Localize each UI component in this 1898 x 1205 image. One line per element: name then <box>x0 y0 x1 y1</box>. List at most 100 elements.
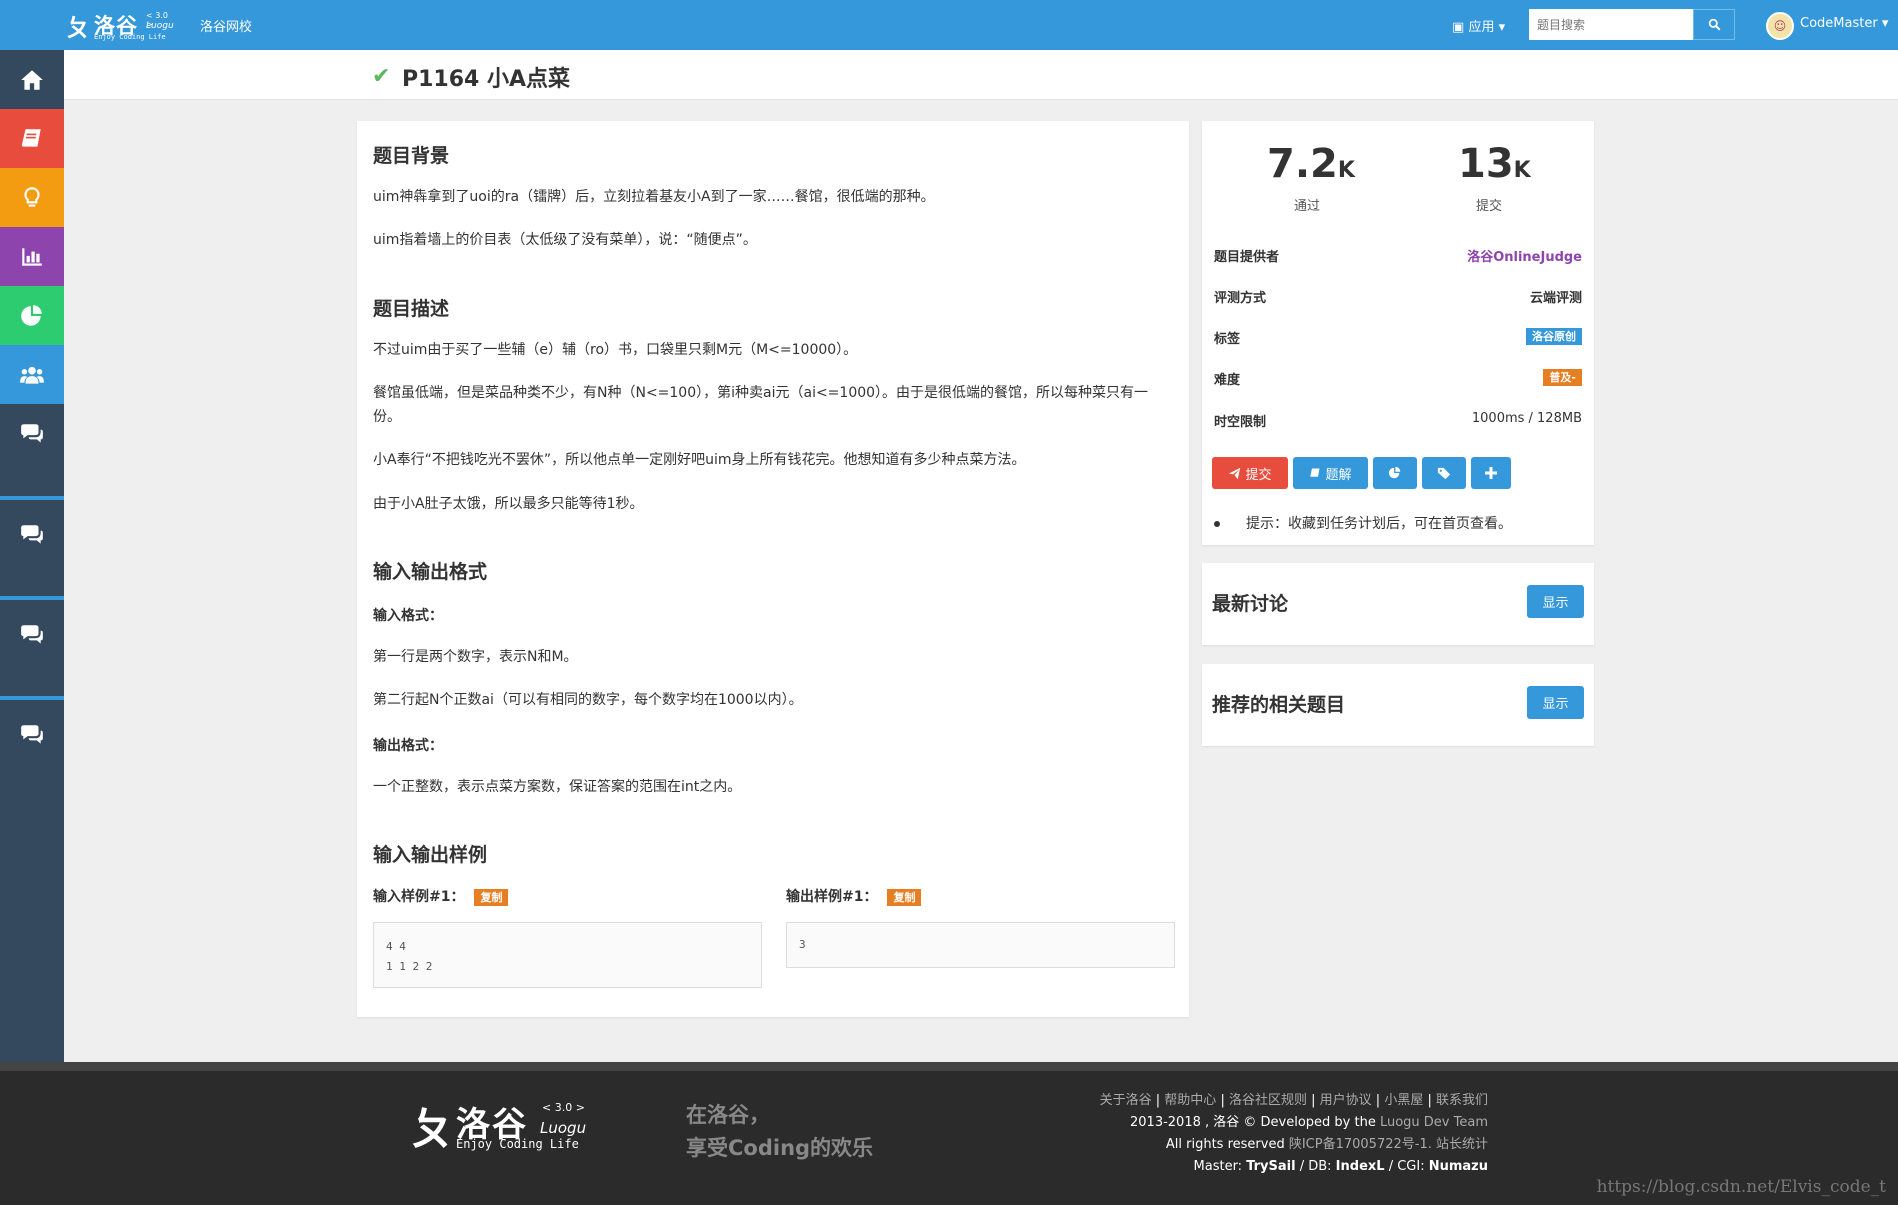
sidebar-item-problems[interactable] <box>0 109 64 168</box>
tags-button[interactable] <box>1422 457 1466 489</box>
db-label: / DB: <box>1295 1159 1336 1174</box>
problem-title-bar: ✔ P1164 小A点菜 <box>64 50 1898 100</box>
plus-icon <box>1485 467 1497 479</box>
output-format-label: 输出格式： <box>373 738 443 754</box>
logo-tagline: Enjoy Coding Life <box>94 33 166 41</box>
solution-button[interactable]: 题解 <box>1293 457 1368 489</box>
related-problems-card: 推荐的相关题目 显示 <box>1202 664 1594 746</box>
avatar[interactable]: ☺ <box>1766 12 1794 40</box>
input-format-line: 第一行是两个数字，表示N和M。 <box>373 649 578 665</box>
sidebar-item-discuss-2[interactable] <box>0 505 64 564</box>
apps-menu[interactable]: ▣ 应用 ▾ <box>1452 16 1505 35</box>
output-format-line: 一个正整数，表示点菜方案数，保证答案的范围在int之内。 <box>373 779 742 795</box>
io-heading: 输入输出格式 <box>373 561 488 583</box>
judge-value: 云端评测 <box>1529 291 1582 306</box>
footer-copyright: 2013-2018 , 洛谷 © Developed by the Luogu … <box>1100 1112 1488 1134</box>
sidebar-item-discuss-1[interactable] <box>0 404 64 463</box>
db-value: IndexL <box>1335 1159 1385 1174</box>
footer-links: 关于洛谷 | 帮助中心 | 洛谷社区规则 | 用户协议 | 小黑屋 | 联系我们… <box>1100 1090 1488 1178</box>
problem-info-card: 7.2K 通过 13K 提交 题目提供者 洛谷OnlineJudge 评测方式 … <box>1202 121 1594 545</box>
info-key: 难度 <box>1214 373 1241 388</box>
footer-link-blackroom[interactable]: 小黑屋 <box>1384 1093 1423 1108</box>
info-row-limits: 时空限制 1000ms / 128MB <box>1214 411 1582 431</box>
top-navbar: ㄆ 洛谷 < 3.0 > Luogu Enjoy Coding Life 洛谷网… <box>0 0 1898 50</box>
footer-link-terms[interactable]: 用户协议 <box>1320 1093 1372 1108</box>
home-icon <box>21 69 43 90</box>
add-to-list-button[interactable] <box>1471 457 1511 489</box>
footer-logo-version: < 3.0 > <box>542 1101 585 1114</box>
info-key: 标签 <box>1214 332 1241 347</box>
cgi-value: Numazu <box>1428 1159 1488 1174</box>
logo-glyph: ㄆ <box>66 14 90 42</box>
footer-link-contact[interactable]: 联系我们 <box>1436 1093 1488 1108</box>
team-link[interactable]: Luogu Dev Team <box>1380 1115 1488 1130</box>
luogu-logo[interactable]: ㄆ 洛谷 < 3.0 > Luogu Enjoy Coding Life <box>66 8 176 42</box>
comments-icon <box>21 423 43 443</box>
book-icon <box>1310 468 1320 477</box>
search-input[interactable] <box>1529 9 1693 40</box>
footer-link-about[interactable]: 关于洛谷 <box>1100 1093 1152 1108</box>
sidebar-item-ranking[interactable] <box>0 227 64 286</box>
users-icon <box>20 366 44 384</box>
slogan-line: 在洛谷， <box>686 1103 770 1127</box>
footer-link-row: 关于洛谷 | 帮助中心 | 洛谷社区规则 | 用户协议 | 小黑屋 | 联系我们 <box>1099 1093 1488 1108</box>
tag-badge[interactable]: 洛谷原创 <box>1526 328 1582 345</box>
submit-label: 提交 <box>1245 467 1272 483</box>
submit-label: 提交 <box>1476 199 1503 214</box>
copy-input-button[interactable]: 复制 <box>474 888 509 906</box>
show-discussion-button[interactable]: 显示 <box>1527 585 1584 618</box>
accepted-count: 7.2K <box>1267 141 1355 187</box>
caret-down-icon: ▾ <box>1881 16 1889 31</box>
tag-badge-label: 洛谷原创 <box>1526 328 1582 345</box>
info-row-tags: 标签 洛谷原创 <box>1214 328 1582 348</box>
copyright-text: 2013-2018 , 洛谷 © Developed by the <box>1130 1115 1380 1130</box>
related-title: 推荐的相关题目 <box>1212 694 1346 716</box>
user-menu[interactable]: CodeMaster ▾ <box>1800 16 1888 31</box>
sidebar-item-teams[interactable] <box>0 345 64 404</box>
sample-input-label: 输入样例#1： 复制 <box>373 886 509 906</box>
sidebar-item-discuss-4[interactable] <box>0 705 64 764</box>
sidebar <box>0 50 64 1062</box>
school-link[interactable]: 洛谷网校 <box>200 16 252 35</box>
description-paragraph: 由于小A肚子太饿，所以最多只能等待1秒。 <box>373 496 644 512</box>
sidebar-item-home[interactable] <box>0 50 64 109</box>
sidebar-item-stats[interactable] <box>0 286 64 345</box>
comments-icon <box>21 724 43 744</box>
info-key: 题目提供者 <box>1214 250 1280 265</box>
sample-output-box[interactable]: 3 <box>786 922 1175 968</box>
icp-link[interactable]: 陕ICP备17005722号-1. 站长统计 <box>1289 1137 1488 1152</box>
sample-input-box[interactable]: 4 4 1 1 2 2 <box>373 922 762 988</box>
solution-label: 题解 <box>1325 467 1352 483</box>
master-label: Master: <box>1193 1159 1247 1174</box>
page-title: P1164 小A点菜 <box>402 67 571 92</box>
master-value: TrySail <box>1246 1159 1296 1174</box>
sidebar-separator <box>0 496 64 500</box>
accepted-number: 7.2 <box>1267 141 1338 187</box>
footer-servers: Master: TrySail / DB: IndexL / CGI: Numa… <box>1100 1156 1488 1178</box>
comments-icon <box>21 624 43 644</box>
caret-down-icon: ▾ <box>1498 20 1506 35</box>
footer-link-help[interactable]: 帮助中心 <box>1164 1093 1216 1108</box>
copy-output-button[interactable]: 复制 <box>887 888 922 906</box>
input-format-line: 第二行起N个正数ai（可以有相同的数字，每个数字均在1000以内）。 <box>373 692 803 708</box>
submit-number: 13 <box>1458 141 1514 187</box>
username: CodeMaster <box>1800 16 1878 31</box>
search-button[interactable] <box>1693 9 1735 40</box>
description-paragraph: 餐馆虽低端，但是菜品种类不少，有N种（N<=100），第i种卖ai元（ai<=1… <box>373 385 1149 425</box>
provider-link[interactable]: 洛谷OnlineJudge <box>1467 246 1582 265</box>
sidebar-item-discuss-3[interactable] <box>0 605 64 664</box>
difficulty-badge-label: 普及- <box>1543 369 1582 386</box>
show-related-button[interactable]: 显示 <box>1527 686 1584 719</box>
rights-text: All rights reserved <box>1165 1137 1289 1152</box>
bullet-icon <box>1214 521 1220 527</box>
submit-button[interactable]: 提交 <box>1212 457 1288 489</box>
sidebar-item-tips[interactable] <box>0 168 64 227</box>
footer-link-rules[interactable]: 洛谷社区规则 <box>1229 1093 1307 1108</box>
footer: ㄆ 洛谷 < 3.0 > Luogu Enjoy Coding Life 在洛谷… <box>0 1062 1898 1205</box>
problem-content-card: 题目背景 uim神犇拿到了uoi的ra（镭牌）后，立刻拉着基友小A到了一家……餐… <box>357 121 1189 1017</box>
stats-button[interactable] <box>1373 457 1417 489</box>
samples-heading: 输入输出样例 <box>373 844 488 866</box>
limits-value: 1000ms / 128MB <box>1471 411 1582 426</box>
lightbulb-icon <box>24 186 40 207</box>
sample-output-label: 输出样例#1： 复制 <box>786 886 922 906</box>
